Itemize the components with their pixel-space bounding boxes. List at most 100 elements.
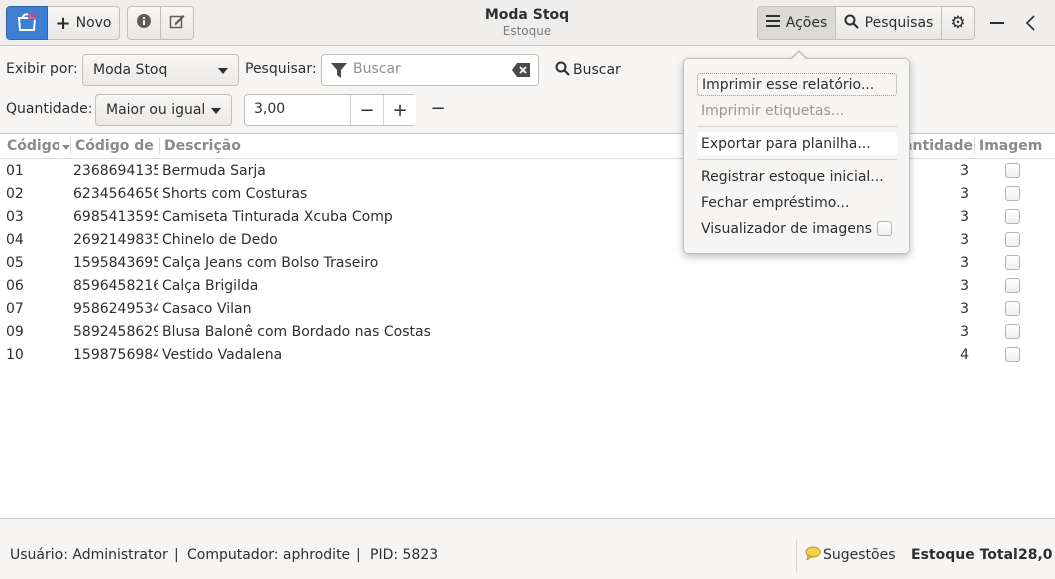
column-header-image[interactable]: Imagem: [979, 138, 1049, 154]
cell-quantity: 3: [960, 255, 969, 271]
chevron-left-icon: [1020, 15, 1042, 38]
cell-description: Blusa Balonê com Bordado nas Costas: [162, 324, 431, 340]
image-checkbox[interactable]: [1005, 301, 1020, 316]
cell-description: Camiseta Tinturada Xcuba Comp: [162, 209, 393, 225]
cell-description: Calça Jeans com Bolso Traseiro: [162, 255, 379, 271]
menu-item-export-spreadsheet[interactable]: Exportar para planilha...: [697, 132, 897, 155]
status-separator: |: [174, 547, 179, 563]
image-checkbox[interactable]: [1005, 324, 1020, 339]
image-checkbox[interactable]: [1005, 232, 1020, 247]
cell-barcode: 2692149835: [73, 232, 158, 248]
edit-icon: [169, 13, 185, 33]
table-row[interactable]: 09 5892458629 Blusa Balonê com Bordado n…: [0, 321, 1055, 344]
app-menu-button[interactable]: [6, 6, 48, 40]
cell-code: 01: [6, 163, 24, 179]
cell-description: Vestido Vadalena: [162, 347, 283, 363]
status-user: Usuário: Administrator: [10, 547, 168, 563]
cell-barcode: 9586249534: [73, 301, 158, 317]
decrement-button[interactable]: −: [350, 95, 383, 125]
dropdown-arrow-icon: [211, 108, 221, 114]
cell-description: Calça Brigilda: [162, 278, 259, 294]
searches-menu-button[interactable]: Pesquisas: [836, 6, 942, 40]
menu-separator: [697, 159, 897, 160]
cell-code: 03: [6, 209, 24, 225]
remove-filter-button[interactable]: −: [428, 98, 448, 120]
plus-icon: +: [55, 12, 71, 34]
cell-description: Bermuda Sarja: [162, 163, 266, 179]
back-button[interactable]: [1020, 12, 1042, 34]
window-title: Moda Stoq: [484, 7, 570, 23]
cell-quantity: 3: [960, 209, 969, 225]
menu-item-print-labels: Imprimir etiquetas...: [701, 102, 845, 119]
search-button[interactable]: Buscar: [551, 54, 623, 86]
cell-barcode: 1595843695: [73, 255, 158, 271]
search-icon: [844, 14, 859, 33]
menu-item-print-report[interactable]: Imprimir esse relatório...: [697, 73, 897, 96]
cell-barcode: 5892458629: [73, 324, 158, 340]
image-checkbox[interactable]: [1005, 347, 1020, 362]
search-entry[interactable]: Buscar: [321, 54, 539, 86]
image-checkbox[interactable]: [1005, 209, 1020, 224]
header-bar: + Novo Moda Stoq Estoque Ações Pesquisas…: [0, 0, 1055, 46]
increment-button[interactable]: +: [383, 95, 416, 125]
image-checkbox[interactable]: [1005, 255, 1020, 270]
column-header-code[interactable]: Código: [7, 138, 59, 154]
cell-code: 05: [6, 255, 24, 271]
edit-button[interactable]: [161, 6, 194, 40]
menu-item-image-viewer[interactable]: Visualizador de imagens: [697, 217, 897, 240]
filter-icon: [331, 63, 347, 82]
table-row[interactable]: 05 1595843695 Calça Jeans com Bolso Tras…: [0, 252, 1055, 275]
sort-descending-icon: [62, 145, 70, 150]
cell-barcode: 8596458216: [73, 278, 158, 294]
actions-label: Ações: [785, 15, 828, 31]
cell-code: 04: [6, 232, 24, 248]
image-viewer-label: Visualizador de imagens: [701, 220, 872, 237]
image-viewer-checkbox[interactable]: [877, 221, 892, 236]
status-pid: PID: 5823: [370, 547, 439, 563]
minimize-button[interactable]: [985, 13, 1009, 33]
cell-barcode: 6985413595: [73, 209, 158, 225]
status-separator: |: [356, 547, 361, 563]
quantity-value[interactable]: 3,00: [254, 101, 285, 117]
quantity-operator-combo[interactable]: Maior ou igual: [95, 94, 232, 126]
gear-icon: ⚙: [950, 13, 966, 33]
menu-item-register-initial-stock[interactable]: Registrar estoque inicial...: [697, 165, 897, 188]
cell-quantity: 3: [960, 186, 969, 202]
column-header-description[interactable]: Descrição: [164, 138, 284, 154]
cell-barcode: 1598756984: [73, 347, 158, 363]
column-separator: [70, 137, 71, 155]
cell-barcode: 6234564656: [73, 186, 158, 202]
details-button[interactable]: [127, 6, 161, 40]
search-placeholder: Buscar: [353, 61, 401, 77]
cell-code: 09: [6, 324, 24, 340]
quantity-operator-value: Maior ou igual: [106, 102, 206, 118]
actions-popover: Imprimir esse relatório... Imprimir etiq…: [683, 58, 910, 254]
column-header-barcode[interactable]: Código de barras: [75, 138, 158, 154]
new-button[interactable]: + Novo: [48, 6, 120, 40]
dropdown-arrow-icon: [218, 68, 228, 74]
table-row[interactable]: 10 1598756984 Vestido Vadalena 4: [0, 344, 1055, 367]
suggestions-button[interactable]: Sugestões: [805, 542, 896, 568]
quantity-label: Quantidade:: [6, 101, 93, 117]
table-row[interactable]: 07 9586249534 Casaco Vilan 3: [0, 298, 1055, 321]
menu-item-close-loan[interactable]: Fechar empréstimo...: [697, 191, 897, 214]
actions-menu-button[interactable]: Ações: [757, 6, 836, 40]
image-checkbox[interactable]: [1005, 163, 1020, 178]
cell-quantity: 3: [960, 324, 969, 340]
image-checkbox[interactable]: [1005, 278, 1020, 293]
window-title-area: Moda Stoq Estoque: [420, 7, 634, 38]
show-by-combo[interactable]: Moda Stoq: [82, 54, 239, 86]
clear-search-icon[interactable]: [512, 63, 530, 81]
cell-description: Shorts com Costuras: [162, 186, 308, 202]
column-separator: [974, 137, 975, 155]
status-computer: Computador: aphrodite: [187, 547, 351, 563]
cell-quantity: 3: [960, 301, 969, 317]
table-row[interactable]: 06 8596458216 Calça Brigilda 3: [0, 275, 1055, 298]
speech-bubble-icon: [805, 546, 821, 564]
cell-code: 06: [6, 278, 24, 294]
cell-description: Chinelo de Dedo: [162, 232, 278, 248]
settings-button[interactable]: ⚙: [942, 6, 975, 40]
status-divider: [796, 540, 797, 572]
quantity-stepper[interactable]: 3,00 − +: [244, 94, 416, 126]
image-checkbox[interactable]: [1005, 186, 1020, 201]
